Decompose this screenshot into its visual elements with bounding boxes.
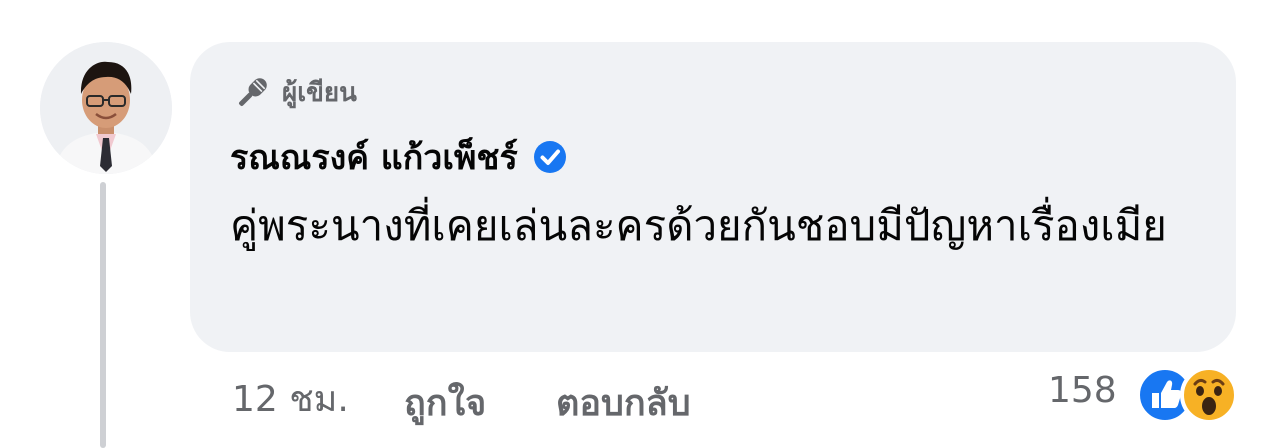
- reaction-count[interactable]: 158: [1048, 370, 1117, 411]
- commenter-name[interactable]: รณณรงค์ แก้วเพ็ชร์: [230, 130, 518, 184]
- author-badge: ผู้เขียน: [232, 72, 357, 113]
- avatar[interactable]: [40, 42, 172, 174]
- verified-badge-icon: [533, 141, 566, 173]
- comment-text: คู่พระนางที่เคยเล่นละครด้วยกันชอบมีปัญหา…: [230, 201, 1167, 250]
- timestamp[interactable]: 12 ชม.: [232, 370, 349, 427]
- wow-reaction-icon: [1180, 366, 1238, 424]
- comment-container: ผู้เขียน รณณรงค์ แก้วเพ็ชร์ คู่พระนางที่…: [0, 0, 1280, 448]
- reply-button[interactable]: ตอบกลับ: [556, 374, 691, 431]
- reaction-icons[interactable]: [1134, 364, 1246, 426]
- like-button[interactable]: ถูกใจ: [404, 374, 486, 431]
- microphone-icon: [239, 77, 267, 106]
- name-row: รณณรงค์ แก้วเพ็ชร์: [230, 130, 570, 184]
- comment-bubble: ผู้เขียน รณณรงค์ แก้วเพ็ชร์ คู่พระนางที่…: [190, 42, 1236, 352]
- author-badge-label: ผู้เขียน: [282, 78, 357, 108]
- comment-actions: 12 ชม. ถูกใจ ตอบกลับ 158: [0, 360, 1280, 430]
